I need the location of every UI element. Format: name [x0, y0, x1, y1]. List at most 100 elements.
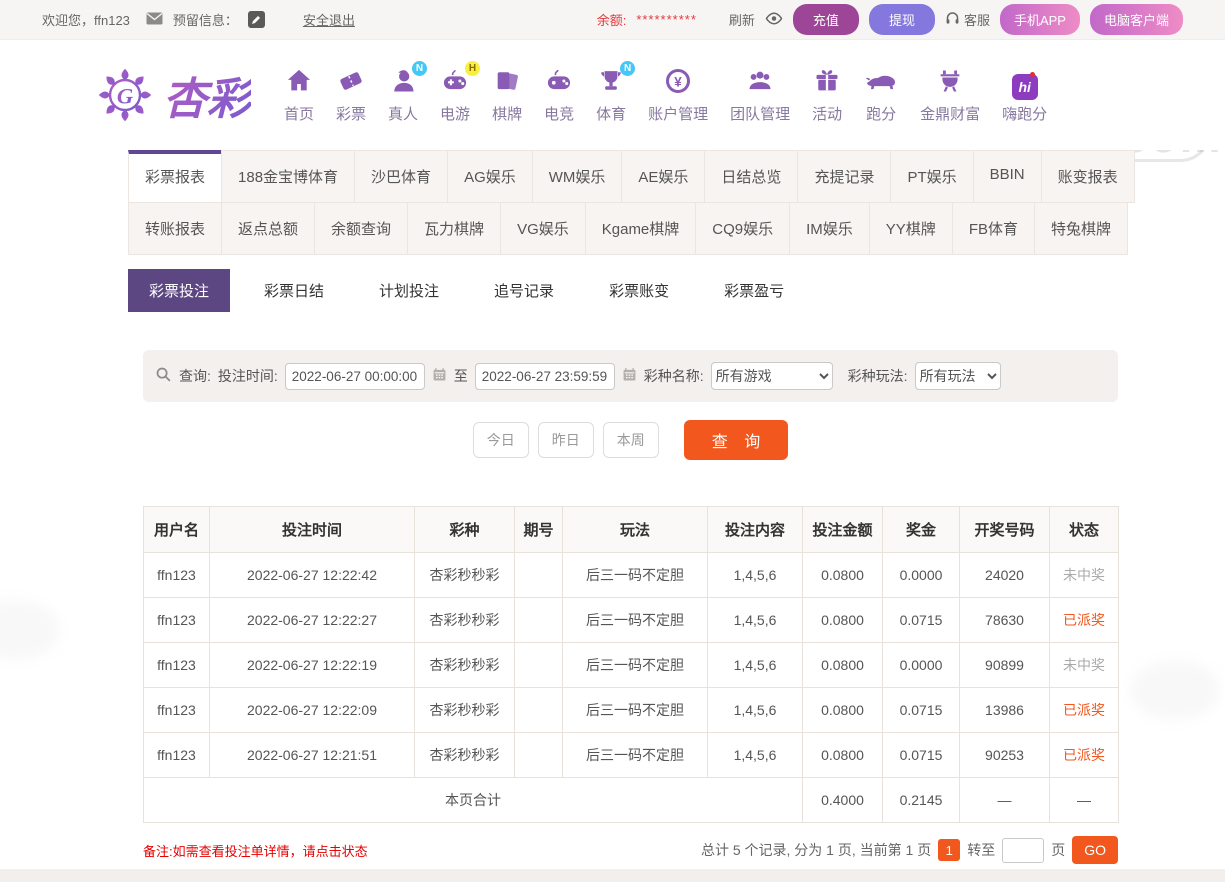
today-button[interactable]: 今日 — [472, 422, 529, 458]
nav-lottery[interactable]: 彩票 — [325, 67, 377, 124]
service-label: 客服 — [963, 13, 990, 28]
table-row: ffn123 2022-06-27 12:22:42 杏彩秒秒彩 后三一码不定胆… — [143, 552, 1119, 598]
nav-live[interactable]: N 真人 — [377, 60, 429, 124]
game-select[interactable]: 所有游戏 — [710, 362, 833, 390]
tab-balance-query[interactable]: 余额查询 — [314, 202, 409, 255]
tab-vg[interactable]: VG娱乐 — [500, 202, 586, 255]
cell-game: 杏彩秒秒彩 — [414, 552, 515, 598]
tab-im[interactable]: IM娱乐 — [789, 202, 870, 255]
nav-esports[interactable]: 电竞 — [533, 67, 585, 124]
tab-deposit-records[interactable]: 充提记录 — [797, 150, 892, 203]
tab-account-change[interactable]: 账变报表 — [1040, 150, 1135, 203]
date-from-input[interactable] — [284, 362, 425, 390]
col-draw-number: 开奖号码 — [959, 506, 1050, 553]
col-prize: 奖金 — [882, 506, 960, 553]
nav-promotions[interactable]: 活动 — [801, 67, 853, 124]
page-unit-label: 页 — [1051, 842, 1066, 858]
report-tabs-row2: 转账报表 返点总额 余额查询 瓦力棋牌 VG娱乐 Kgame棋牌 CQ9娱乐 I… — [128, 202, 1128, 255]
subtab-lottery-bets[interactable]: 彩票投注 — [128, 269, 231, 312]
cell-bet-content: 1,4,5,6 — [707, 732, 803, 778]
go-button[interactable]: GO — [1072, 836, 1118, 864]
nav-home[interactable]: 首页 — [273, 67, 325, 124]
this-week-button[interactable]: 本周 — [602, 422, 659, 458]
date-to-input[interactable] — [474, 362, 615, 390]
current-page-badge[interactable]: 1 — [938, 839, 961, 861]
cell-prize: 0.0715 — [882, 732, 960, 778]
cell-bet-amount: 0.0800 — [802, 552, 883, 598]
play-select[interactable]: 所有玩法 — [914, 362, 1001, 390]
cell-bet-content: 1,4,5,6 — [707, 552, 803, 598]
cell-issue — [514, 552, 563, 598]
nav-cards[interactable]: 棋牌 — [481, 67, 533, 124]
game-name-label: 彩种名称: — [643, 368, 704, 384]
footer-bar: 备注:如需查看投注单详情，请点击状态 总计 5 个记录, 分为 1 页, 当前第… — [143, 836, 1118, 864]
tab-wali-cards[interactable]: 瓦力棋牌 — [407, 202, 502, 255]
tab-daily-summary[interactable]: 日结总览 — [704, 150, 799, 203]
customer-service[interactable]: 客服 — [945, 10, 990, 29]
yesterday-button[interactable]: 昨日 — [537, 422, 594, 458]
pc-client-button[interactable]: 电脑客户端 — [1089, 4, 1183, 35]
home-icon — [285, 67, 313, 99]
subtab-lottery-account-change[interactable]: 彩票账变 — [588, 269, 690, 312]
col-play: 玩法 — [562, 506, 708, 553]
cell-draw-number: 90899 — [959, 642, 1050, 688]
to-label: 至 — [453, 368, 468, 384]
cell-username: ffn123 — [143, 687, 210, 733]
logout-link[interactable]: 安全退出 — [303, 10, 355, 29]
cell-status[interactable]: 已派奖 — [1049, 732, 1119, 778]
tab-pt[interactable]: PT娱乐 — [890, 150, 974, 203]
cell-status[interactable]: 已派奖 — [1049, 687, 1119, 733]
new-badge: N — [620, 60, 636, 76]
calendar-icon[interactable] — [622, 367, 637, 385]
tab-wm[interactable]: WM娱乐 — [531, 150, 623, 203]
note-text: 备注:如需查看投注单详情，请点击状态 — [143, 843, 368, 859]
tab-lottery-report[interactable]: 彩票报表 — [128, 150, 223, 203]
nav-team[interactable]: 团队管理 — [719, 67, 801, 124]
tab-fb-sports[interactable]: FB体育 — [951, 202, 1035, 255]
tab-kgame[interactable]: Kgame棋牌 — [584, 202, 697, 255]
tab-tetu-cards[interactable]: 特兔棋牌 — [1033, 202, 1128, 255]
calendar-icon[interactable] — [432, 367, 447, 385]
tab-yy-cards[interactable]: YY棋牌 — [868, 202, 953, 255]
refresh-link[interactable]: 刷新 — [729, 10, 755, 29]
tab-bbin[interactable]: BBIN — [972, 150, 1042, 203]
search-button[interactable]: 查 询 — [683, 420, 789, 460]
eye-icon[interactable] — [765, 11, 783, 28]
tab-transfer-report[interactable]: 转账报表 — [128, 202, 223, 255]
cell-status[interactable]: 未中奖 — [1049, 552, 1119, 598]
nav-hi-paofen[interactable]: hi 嗨跑分 — [991, 71, 1058, 124]
tab-cq9[interactable]: CQ9娱乐 — [695, 202, 791, 255]
tab-ag[interactable]: AG娱乐 — [447, 150, 533, 203]
cell-status[interactable]: 已派奖 — [1049, 597, 1119, 643]
cell-username: ffn123 — [143, 642, 210, 688]
tab-ae[interactable]: AE娱乐 — [621, 150, 706, 203]
withdraw-button[interactable]: 提现 — [868, 4, 935, 35]
cell-play: 后三一码不定胆 — [562, 597, 708, 643]
edit-icon[interactable] — [247, 11, 265, 28]
subtab-plan-bets[interactable]: 计划投注 — [358, 269, 460, 312]
nav-wealth[interactable]: 金鼎财富 — [909, 67, 991, 124]
tab-saba-sports[interactable]: 沙巴体育 — [354, 150, 449, 203]
subtab-lottery-pnl[interactable]: 彩票盈亏 — [703, 269, 805, 312]
goto-label: 转至 — [967, 842, 996, 858]
cell-status[interactable]: 未中奖 — [1049, 642, 1119, 688]
nav-account[interactable]: ¥ 账户管理 — [637, 67, 719, 124]
tab-188-sports[interactable]: 188金宝博体育 — [221, 150, 356, 203]
nav-egames[interactable]: H 电游 — [429, 60, 481, 124]
wealth-ding-icon — [936, 67, 964, 99]
cell-bet-time: 2022-06-27 12:22:42 — [209, 552, 415, 598]
envelope-icon[interactable] — [146, 12, 163, 28]
nav-paofen[interactable]: 跑分 — [853, 67, 909, 124]
nav-sports[interactable]: N 体育 — [585, 60, 637, 124]
goto-page-input[interactable] — [1002, 837, 1045, 863]
recharge-button[interactable]: 充值 — [792, 4, 859, 35]
summary-draw-dash: — — [959, 777, 1050, 823]
subtab-lottery-daily[interactable]: 彩票日结 — [243, 269, 345, 312]
headphone-icon — [945, 11, 960, 28]
mobile-app-button[interactable]: 手机APP — [999, 4, 1080, 35]
cell-prize: 0.0000 — [882, 642, 960, 688]
subtab-chase-records[interactable]: 追号记录 — [473, 269, 575, 312]
tab-rebate-total[interactable]: 返点总额 — [221, 202, 316, 255]
pagination-summary: 总计 5 个记录, 分为 1 页, 当前第 1 页 — [700, 842, 932, 858]
brand-logo[interactable]: G 杏彩 — [95, 63, 273, 127]
